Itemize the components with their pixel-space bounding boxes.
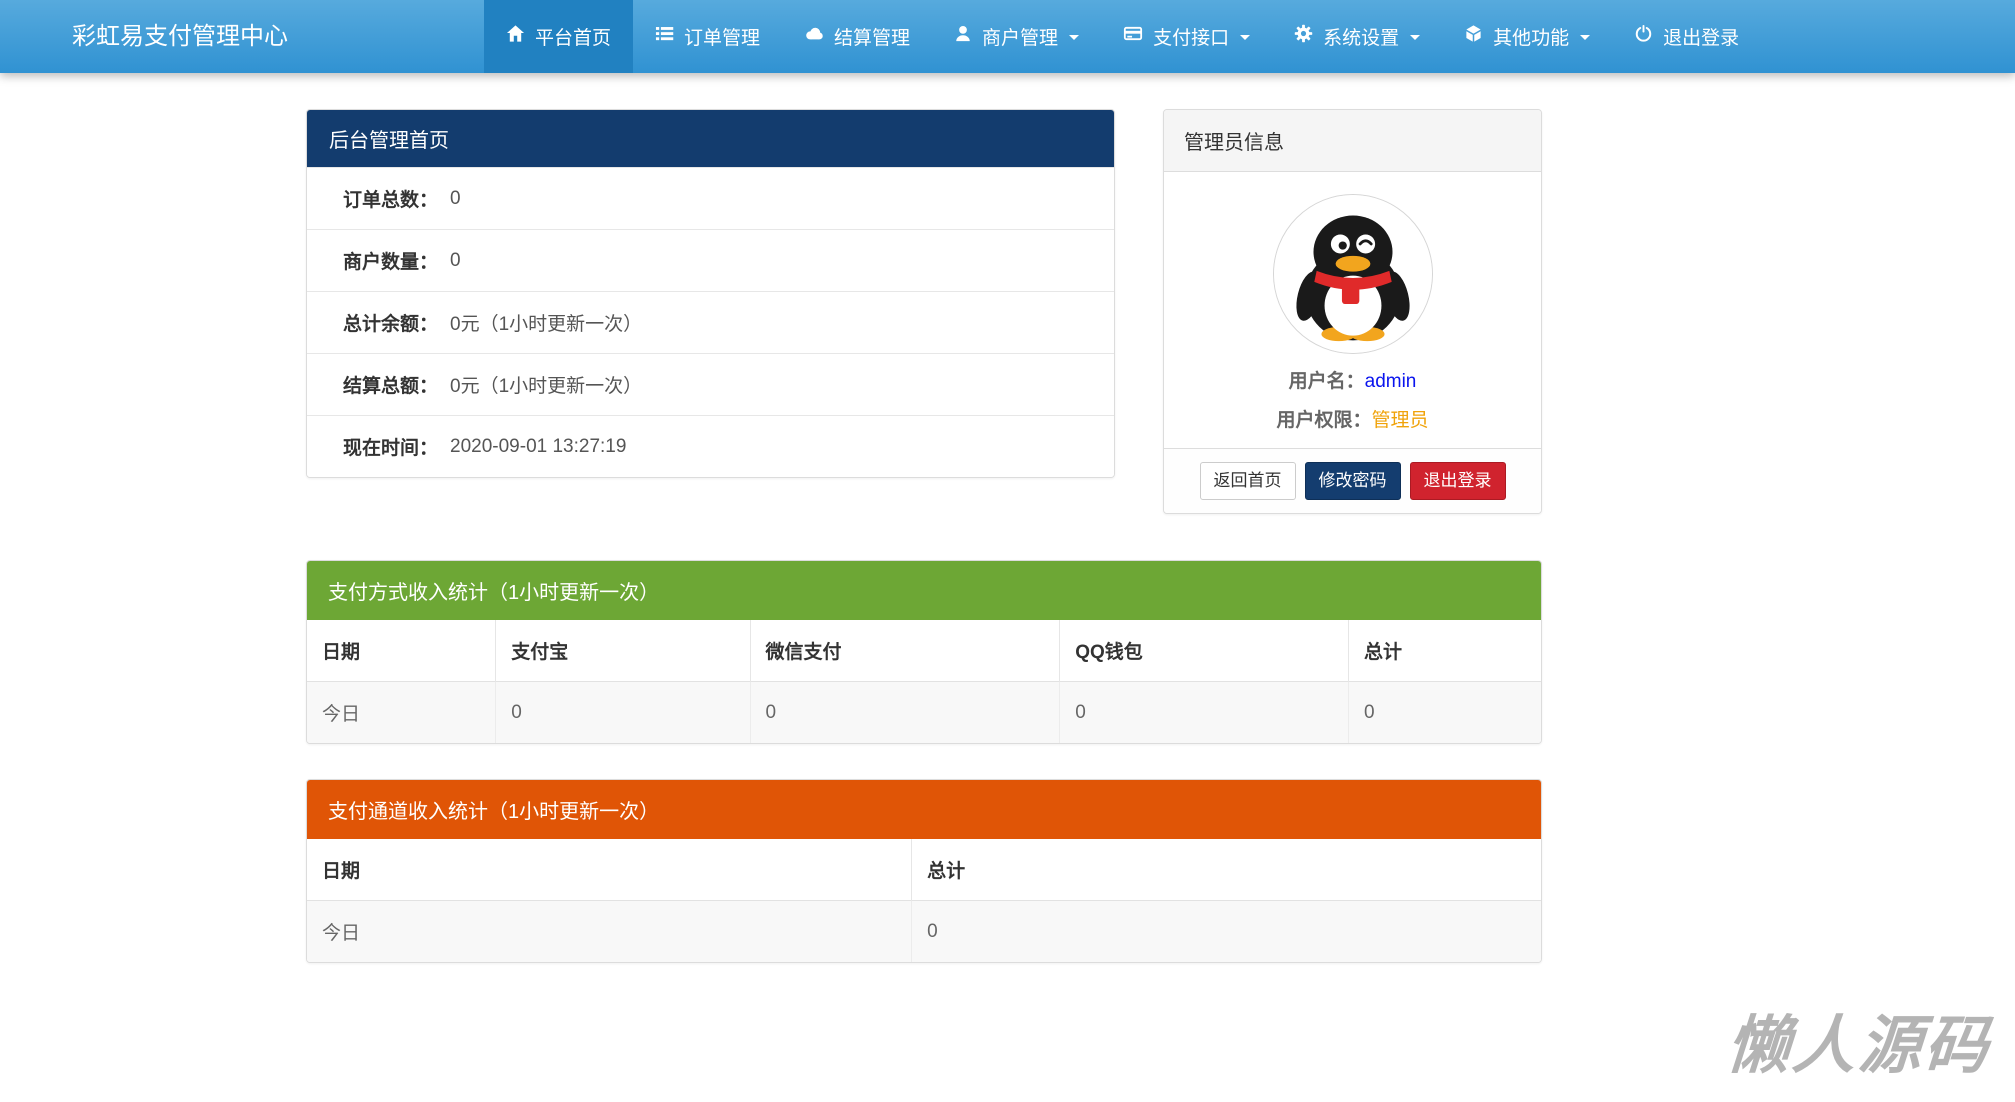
stat-value: 0 <box>450 250 461 272</box>
nav-item-other-functions[interactable]: 其他功能 <box>1442 0 1612 73</box>
dashboard-panel-title: 后台管理首页 <box>307 110 1114 167</box>
role-line: 用户权限：管理员 <box>1179 405 1526 432</box>
table-cell: 0 <box>496 682 750 744</box>
qq-penguin-avatar <box>1273 194 1433 354</box>
role-value: 管理员 <box>1372 410 1429 431</box>
table-row: 今日 0 0 0 0 <box>307 682 1541 744</box>
brand-title[interactable]: 彩虹易支付管理中心 <box>72 0 288 73</box>
table-header-row: 日期 总计 <box>307 839 1541 901</box>
payment-channel-table: 日期 总计 今日 0 <box>307 839 1541 962</box>
table-row: 今日 0 <box>307 901 1541 963</box>
stat-label: 订单总数： <box>343 185 438 212</box>
table-cell: 0 <box>912 901 1541 963</box>
gear-icon <box>1294 24 1313 49</box>
payment-channel-stats-panel: 支付通道收入统计（1小时更新一次） 日期 总计 今日 0 <box>306 779 1542 963</box>
nav-item-settlement[interactable]: 结算管理 <box>782 0 932 73</box>
admin-panel-title: 管理员信息 <box>1164 110 1541 172</box>
nav-item-system-settings[interactable]: 系统设置 <box>1272 0 1442 73</box>
nav-item-label: 平台首页 <box>535 23 611 50</box>
nav-item-label: 商户管理 <box>982 23 1058 50</box>
dashboard-panel: 后台管理首页 订单总数： 0 商户数量： 0 总计余额： 0元（1小时更新一次）… <box>306 109 1115 478</box>
payment-channel-panel-title: 支付通道收入统计（1小时更新一次） <box>307 780 1541 839</box>
chevron-down-icon <box>1240 35 1250 45</box>
change-password-button[interactable]: 修改密码 <box>1305 462 1401 500</box>
stat-label: 商户数量： <box>343 247 438 274</box>
admin-panel-footer: 返回首页 修改密码 退出登录 <box>1164 448 1541 513</box>
nav-item-label: 支付接口 <box>1153 23 1229 50</box>
username-label: 用户名： <box>1289 371 1365 392</box>
stat-label: 总计余额： <box>343 309 438 336</box>
column-header: 总计 <box>912 839 1541 901</box>
cube-icon <box>1464 24 1483 49</box>
nav-item-label: 结算管理 <box>834 23 910 50</box>
stat-value: 0元（1小时更新一次） <box>450 309 642 336</box>
column-header: 日期 <box>307 839 912 901</box>
cloud-icon <box>804 24 824 49</box>
nav-item-label: 其他功能 <box>1493 23 1569 50</box>
nav-item-label: 退出登录 <box>1663 23 1739 50</box>
chevron-down-icon <box>1069 35 1079 45</box>
stat-value: 0 <box>450 188 461 210</box>
stat-value: 2020-09-01 13:27:19 <box>450 436 626 458</box>
payment-method-stats-panel: 支付方式收入统计（1小时更新一次） 日期 支付宝 微信支付 QQ钱包 总计 今日… <box>306 560 1542 744</box>
column-header: QQ钱包 <box>1060 620 1349 682</box>
watermark-text: 懒人源码 <box>1724 995 1994 1086</box>
stat-row-current-time: 现在时间： 2020-09-01 13:27:19 <box>307 415 1114 477</box>
chevron-down-icon <box>1580 35 1590 45</box>
payment-method-panel-title: 支付方式收入统计（1小时更新一次） <box>307 561 1541 620</box>
logout-button[interactable]: 退出登录 <box>1410 462 1506 500</box>
role-label: 用户权限： <box>1276 410 1371 431</box>
stat-label: 现在时间： <box>343 433 438 460</box>
table-header-row: 日期 支付宝 微信支付 QQ钱包 总计 <box>307 620 1541 682</box>
column-header: 支付宝 <box>496 620 750 682</box>
nav-item-merchants[interactable]: 商户管理 <box>932 0 1101 73</box>
nav-item-label: 订单管理 <box>684 23 760 50</box>
table-cell: 0 <box>750 682 1060 744</box>
payment-method-table: 日期 支付宝 微信支付 QQ钱包 总计 今日 0 0 0 0 <box>307 620 1541 743</box>
list-icon <box>655 24 674 49</box>
credit-card-icon <box>1123 24 1143 49</box>
stat-label: 结算总额： <box>343 371 438 398</box>
table-cell: 今日 <box>307 682 496 744</box>
user-icon <box>954 24 972 49</box>
stat-value: 0元（1小时更新一次） <box>450 371 642 398</box>
stat-row-order-total: 订单总数： 0 <box>307 167 1114 229</box>
home-icon <box>506 24 525 49</box>
stat-row-total-balance: 总计余额： 0元（1小时更新一次） <box>307 291 1114 353</box>
nav-item-logout[interactable]: 退出登录 <box>1612 0 1761 73</box>
username-line: 用户名：admin <box>1179 366 1526 393</box>
chevron-down-icon <box>1410 35 1420 45</box>
power-icon <box>1634 24 1653 49</box>
main-content: 后台管理首页 订单总数： 0 商户数量： 0 总计余额： 0元（1小时更新一次）… <box>306 109 1542 963</box>
column-header: 日期 <box>307 620 496 682</box>
column-header: 微信支付 <box>750 620 1060 682</box>
stat-row-settlement-total: 结算总额： 0元（1小时更新一次） <box>307 353 1114 415</box>
nav-item-home[interactable]: 平台首页 <box>484 0 633 73</box>
nav-item-label: 系统设置 <box>1323 23 1399 50</box>
back-home-button[interactable]: 返回首页 <box>1200 462 1296 500</box>
nav-item-payment-api[interactable]: 支付接口 <box>1101 0 1272 73</box>
username-link[interactable]: admin <box>1365 371 1417 392</box>
nav-item-orders[interactable]: 订单管理 <box>633 0 782 73</box>
admin-info-panel: 管理员信息 <box>1163 109 1542 514</box>
column-header: 总计 <box>1348 620 1541 682</box>
stat-row-merchant-count: 商户数量： 0 <box>307 229 1114 291</box>
top-navbar: 彩虹易支付管理中心 平台首页 订单管理 结算管理 商户管理 支付接口 系统设置 <box>0 0 2015 73</box>
admin-panel-body: 用户名：admin 用户权限：管理员 <box>1164 172 1541 448</box>
table-cell: 0 <box>1348 682 1541 744</box>
table-cell: 今日 <box>307 901 912 963</box>
table-cell: 0 <box>1060 682 1349 744</box>
main-nav: 平台首页 订单管理 结算管理 商户管理 支付接口 系统设置 其他功能 <box>484 0 1761 73</box>
